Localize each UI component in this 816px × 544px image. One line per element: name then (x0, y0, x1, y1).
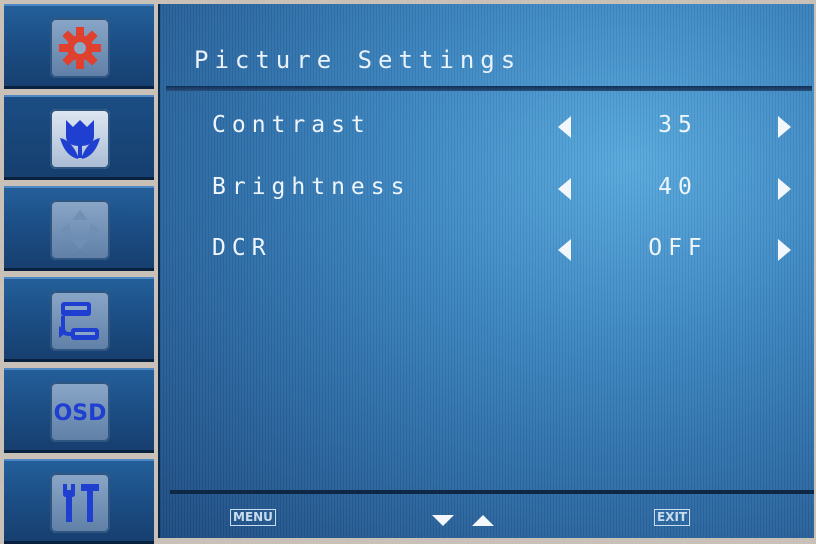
tulip-icon (60, 120, 100, 159)
sidebar-tile-osd: OSD (50, 382, 110, 442)
sidebar-item-osd[interactable]: OSD (4, 368, 154, 453)
tools-icon (63, 484, 99, 522)
sidebar-item-picture[interactable] (4, 95, 154, 180)
sidebar-item-general[interactable] (4, 4, 154, 89)
setting-value: OFF (648, 235, 708, 261)
gear-icon (59, 27, 101, 69)
setting-row-brightness[interactable]: Brightness 40 (160, 170, 814, 210)
setting-label: Contrast (212, 112, 371, 138)
osd-sidebar: OSD (4, 4, 154, 544)
footer-divider (170, 490, 814, 494)
decrease-arrow-icon[interactable] (558, 239, 571, 261)
sidebar-tile-input (50, 291, 110, 351)
navigation-hint (432, 515, 496, 529)
increase-arrow-icon[interactable] (778, 116, 791, 138)
picture-settings-panel: Picture Settings Contrast 35 Brightness … (158, 4, 814, 538)
down-arrow-icon[interactable] (432, 515, 454, 526)
up-arrow-icon[interactable] (472, 515, 494, 526)
sidebar-tile-general (50, 18, 110, 78)
menu-button-label[interactable]: MENU (230, 509, 276, 526)
increase-arrow-icon[interactable] (778, 239, 791, 261)
sidebar-item-position[interactable] (4, 186, 154, 271)
page-title: Picture Settings (194, 46, 522, 74)
osd-icon: OSD (54, 401, 106, 426)
title-divider (166, 86, 812, 91)
setting-value: 35 (658, 112, 698, 138)
sidebar-tile-picture (50, 109, 110, 169)
setting-value: 40 (658, 174, 698, 200)
sidebar-item-tools[interactable] (4, 459, 154, 544)
setting-row-dcr[interactable]: DCR OFF (160, 231, 814, 271)
exit-button-label[interactable]: EXIT (654, 509, 691, 526)
sidebar-item-input[interactable] (4, 277, 154, 362)
sidebar-tile-tools (50, 473, 110, 533)
setting-label: Brightness (212, 174, 411, 200)
input-source-icon (59, 302, 99, 340)
sidebar-tile-position (50, 200, 110, 260)
position-arrows-icon (60, 210, 100, 250)
setting-label: DCR (212, 235, 272, 261)
decrease-arrow-icon[interactable] (558, 116, 571, 138)
osd-icon-label: OSD (54, 401, 106, 426)
decrease-arrow-icon[interactable] (558, 178, 571, 200)
setting-row-contrast[interactable]: Contrast 35 (160, 108, 814, 148)
increase-arrow-icon[interactable] (778, 178, 791, 200)
